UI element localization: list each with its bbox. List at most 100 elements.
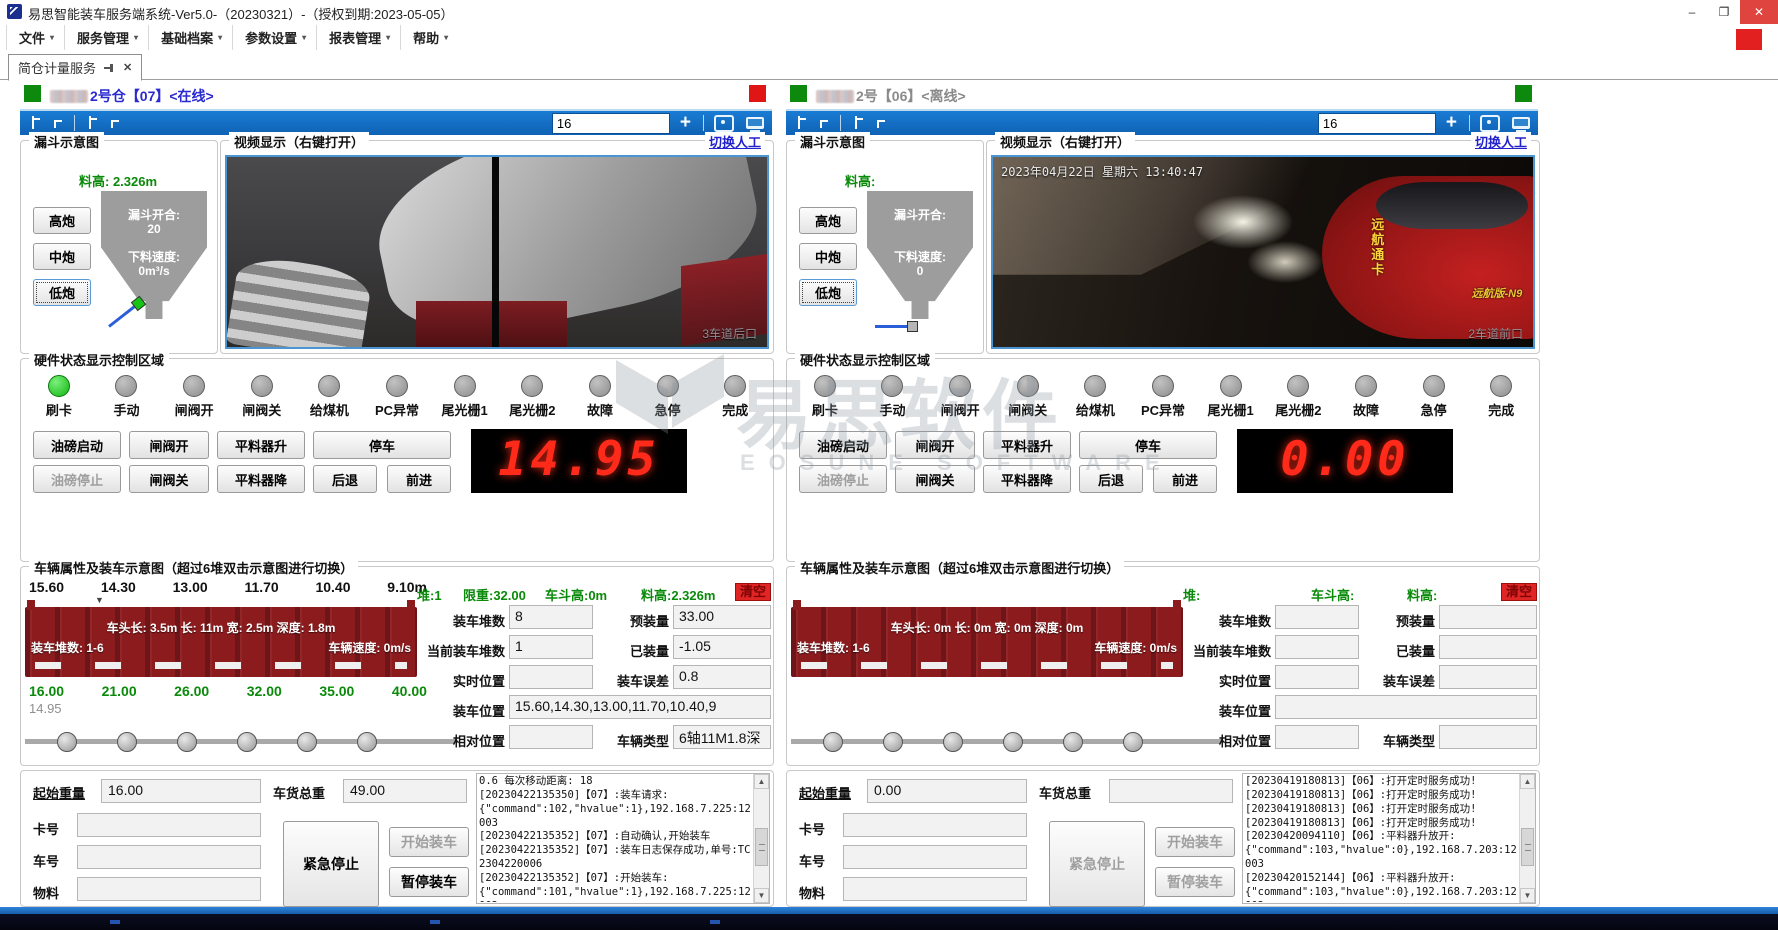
video-feed[interactable]: 3车道后口 [225, 155, 769, 349]
slider-knob[interactable] [297, 732, 317, 752]
load-position-field[interactable]: 15.60,14.30,13.00,11.70,10.40,9 [509, 695, 771, 719]
forward-button[interactable]: 前进 [1153, 465, 1217, 493]
preload-field[interactable] [1439, 605, 1537, 629]
low-cannon-button[interactable]: 低炮 [799, 279, 857, 306]
preload-field[interactable]: 33.00 [673, 605, 771, 629]
slider-knob[interactable] [823, 732, 843, 752]
monitor-icon[interactable] [746, 117, 764, 129]
card-number-field[interactable] [843, 813, 1027, 837]
log-scrollbar[interactable]: ▲ ▼ [753, 774, 769, 903]
gross-weight-field[interactable] [1109, 779, 1233, 803]
load-position-field[interactable] [1275, 695, 1537, 719]
menu-service-mgmt[interactable]: 服务管理▾ [64, 25, 148, 50]
valve-icon[interactable] [873, 115, 885, 131]
slider-knob[interactable] [1123, 732, 1143, 752]
loaded-field[interactable] [1439, 635, 1537, 659]
scroll-down-icon[interactable]: ▼ [754, 888, 769, 903]
current-stack-field[interactable] [1275, 635, 1359, 659]
leveler-up-button[interactable]: 平料器升 [983, 431, 1071, 459]
valve-icon[interactable] [50, 115, 62, 131]
loaded-field[interactable]: -1.05 [673, 635, 771, 659]
vehicle-type-field[interactable]: 6轴11M1.8深 [673, 725, 771, 749]
current-stack-field[interactable]: 1 [509, 635, 593, 659]
scroll-up-icon[interactable]: ▲ [754, 774, 769, 789]
tab-silo-metering-service[interactable]: 简仓计量服务 ✕ [8, 54, 142, 81]
vehicle-type-field[interactable] [1439, 725, 1537, 749]
switch-manual-link[interactable]: 切换人工 [1471, 132, 1531, 151]
clear-button[interactable]: 清空 [1501, 583, 1537, 601]
close-tab-icon[interactable]: ✕ [123, 61, 132, 74]
menu-report-mgmt[interactable]: 报表管理▾ [316, 25, 400, 50]
valve-open-button[interactable]: 闸阀开 [129, 431, 209, 459]
valve-icon[interactable] [794, 115, 806, 131]
leveler-down-button[interactable]: 平料器降 [217, 465, 305, 493]
stack-count-field[interactable] [1275, 605, 1359, 629]
start-loading-button[interactable]: 开始装车 [389, 827, 469, 857]
minimize-button[interactable]: – [1676, 0, 1708, 24]
pump-start-button[interactable]: 油磅启动 [33, 431, 121, 459]
clear-button[interactable]: 清空 [735, 583, 771, 601]
forward-button[interactable]: 前进 [387, 465, 451, 493]
valve-icon[interactable] [85, 115, 97, 131]
emergency-stop-button[interactable]: 紧急停止 [283, 821, 379, 907]
material-field[interactable] [843, 877, 1027, 901]
valve-icon[interactable] [851, 115, 863, 131]
pump-stop-button[interactable]: 油磅停止 [799, 465, 887, 493]
menu-help[interactable]: 帮助▾ [400, 25, 458, 50]
scroll-up-icon[interactable]: ▲ [1520, 774, 1535, 789]
realtime-position-field[interactable] [509, 665, 593, 689]
valve-icon[interactable] [107, 115, 119, 131]
vehicle-number-field[interactable] [77, 845, 261, 869]
load-error-field[interactable] [1439, 665, 1537, 689]
slider-knob[interactable] [1063, 732, 1083, 752]
pump-start-button[interactable]: 油磅启动 [799, 431, 887, 459]
count-input[interactable] [552, 113, 670, 134]
high-cannon-button[interactable]: 高炮 [33, 207, 91, 234]
leveler-down-button[interactable]: 平料器降 [983, 465, 1071, 493]
mid-cannon-button[interactable]: 中炮 [799, 243, 857, 270]
pause-loading-button[interactable]: 暂停装车 [1155, 867, 1235, 897]
slider-knob[interactable] [1003, 732, 1023, 752]
vehicle-number-field[interactable] [843, 845, 1027, 869]
back-button[interactable]: 后退 [1079, 465, 1143, 493]
mid-cannon-button[interactable]: 中炮 [33, 243, 91, 270]
leveler-up-button[interactable]: 平料器升 [217, 431, 305, 459]
stop-vehicle-button[interactable]: 停车 [313, 431, 451, 459]
relative-position-field[interactable] [509, 725, 593, 749]
menu-base-archive[interactable]: 基础档案▾ [148, 25, 232, 50]
slider-knob[interactable] [237, 732, 257, 752]
log-text[interactable]: 0.6 每次移动距离: 18 [20230422135350]【07】:装车请求… [479, 775, 752, 902]
stop-vehicle-button[interactable]: 停车 [1079, 431, 1217, 459]
relative-position-field[interactable] [1275, 725, 1359, 749]
start-weight-field[interactable]: 0.00 [867, 779, 1027, 803]
high-cannon-button[interactable]: 高炮 [799, 207, 857, 234]
back-button[interactable]: 后退 [313, 465, 377, 493]
truck-schematic[interactable]: 车头长: 0m 长: 0m 宽: 0m 深度: 0m 装车堆数: 1-6 车辆速… [791, 607, 1183, 677]
menu-parameter-settings[interactable]: 参数设置▾ [232, 25, 316, 50]
log-text[interactable]: [20230419180813]【06】:打开定时服务成功! [20230419… [1245, 775, 1518, 902]
start-loading-button[interactable]: 开始装车 [1155, 827, 1235, 857]
low-cannon-button[interactable]: 低炮 [33, 279, 91, 306]
pump-stop-button[interactable]: 油磅停止 [33, 465, 121, 493]
valve-open-button[interactable]: 闸阀开 [895, 431, 975, 459]
slider-knob[interactable] [357, 732, 377, 752]
scroll-thumb[interactable] [755, 828, 768, 866]
gate-handle[interactable] [907, 321, 918, 332]
material-field[interactable] [77, 877, 261, 901]
slider-knob[interactable] [57, 732, 77, 752]
realtime-position-field[interactable] [1275, 665, 1359, 689]
monitor-icon[interactable] [1512, 117, 1530, 129]
load-error-field[interactable]: 0.8 [673, 665, 771, 689]
valve-icon[interactable] [28, 115, 40, 131]
gross-weight-field[interactable]: 49.00 [343, 779, 467, 803]
valve-close-button[interactable]: 闸阀关 [895, 465, 975, 493]
switch-manual-link[interactable]: 切换人工 [705, 132, 765, 151]
add-button[interactable]: + [1446, 112, 1457, 134]
valve-icon[interactable] [816, 115, 828, 131]
add-button[interactable]: + [680, 112, 691, 134]
slider-knob[interactable] [117, 732, 137, 752]
slider-knob[interactable] [943, 732, 963, 752]
scroll-thumb[interactable] [1521, 828, 1534, 866]
truck-schematic[interactable]: 车头长: 3.5m 长: 11m 宽: 2.5m 深度: 1.8m 装车堆数: … [25, 607, 417, 677]
stack-count-field[interactable]: 8 [509, 605, 593, 629]
